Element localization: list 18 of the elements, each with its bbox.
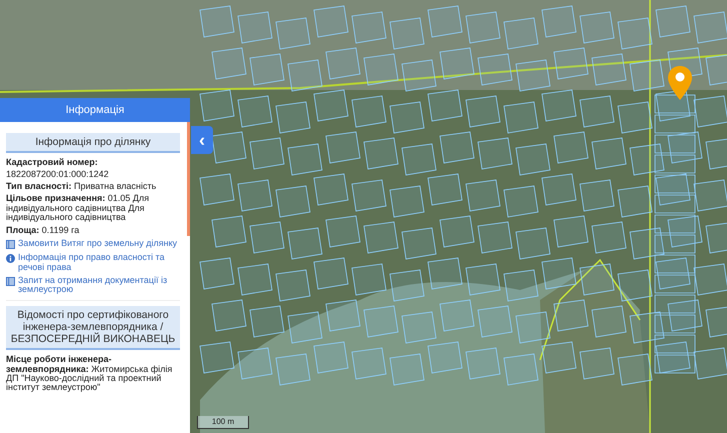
field-value: 1822087200:01:000:1242 xyxy=(6,170,110,179)
info-icon xyxy=(6,254,15,264)
document-icon xyxy=(6,277,15,286)
document-icon xyxy=(6,240,15,250)
scale-bar: 100 m xyxy=(197,416,249,429)
field-label: Кадастровий номер: xyxy=(6,158,99,168)
panel-title: Інформація xyxy=(0,98,190,122)
field-text: Тип власності: Приватна власність xyxy=(6,182,158,192)
section-heading: Інформація про ділянку xyxy=(6,133,180,154)
map-pin-icon[interactable] xyxy=(668,66,692,100)
field-text: Цільове призначення: 01.05 Для індивідуального садівництва Для індивідуального садівництва xyxy=(6,194,150,223)
collapse-panel-button[interactable]: ‹ xyxy=(191,126,213,154)
panel-link[interactable]: Замовити Витяг про земельну ділянку xyxy=(18,239,178,249)
section-heading: Відомості про сертифікованого інженера-землевпорядника / БЕЗПОСЕРЕДНІЙ ВИКОНАВЕЦЬ xyxy=(6,306,180,350)
panel-link[interactable]: Запит на отримання документації із землеустрою xyxy=(18,276,180,295)
field-text: Місце роботи інженера-землевпорядника: Житомирська філія ДП "Науково-дослідний та проектний інститут землеустрою" xyxy=(6,355,174,393)
field-text: Площа: 0.1199 га xyxy=(6,226,80,236)
panel-link[interactable]: Інформація про право власності та речові права xyxy=(18,253,180,272)
